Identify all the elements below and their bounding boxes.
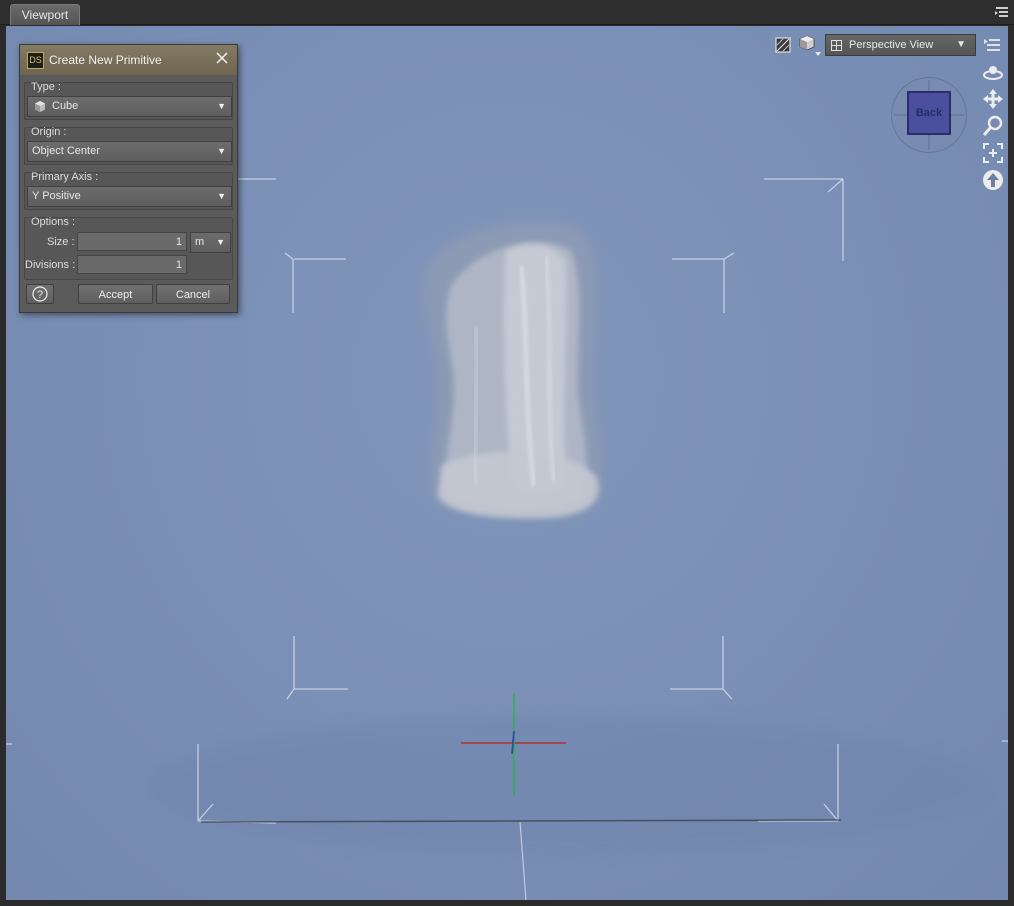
pane-options-icon[interactable] — [994, 4, 1010, 20]
navigation-cube[interactable]: Back — [891, 77, 967, 153]
orbit-icon[interactable] — [982, 62, 1004, 82]
options-label: Options : — [31, 216, 76, 228]
smoke-volume[interactable] — [423, 222, 602, 519]
size-unit-value: m — [195, 236, 205, 248]
chevron-down-icon: ▼ — [956, 39, 966, 50]
cube-icon — [35, 101, 45, 112]
origin-label: Origin : — [31, 126, 67, 138]
panel-tab-bar: Viewport — [0, 0, 1014, 25]
primary-axis-value: Y Positive — [32, 190, 81, 202]
size-unit-select[interactable]: m ▼ — [190, 232, 231, 253]
type-value: Cube — [52, 100, 79, 112]
bottom-border — [0, 900, 1014, 906]
size-field[interactable]: 1 — [77, 232, 187, 251]
viewport-menu-icon[interactable] — [983, 36, 1001, 54]
daz-logo-icon: DS — [27, 52, 44, 69]
origin-group: Origin : Object Center ▼ — [24, 126, 233, 165]
type-select[interactable]: Cube ▼ — [27, 96, 232, 117]
primary-axis-label: Primary Axis : — [31, 171, 99, 183]
create-primitive-dialog: DS Create New Primitive Type : Cube ▼ Or… — [19, 44, 238, 313]
nav-cube-back-face[interactable]: Back — [907, 91, 951, 135]
grid-icon — [831, 40, 842, 51]
chevron-down-icon: ▼ — [217, 191, 226, 201]
dialog-title: Create New Primitive — [49, 53, 162, 67]
type-group: Type : Cube ▼ — [24, 81, 233, 120]
origin-value: Object Center — [32, 145, 100, 157]
divisions-field[interactable]: 1 — [77, 255, 187, 274]
primary-axis-group: Primary Axis : Y Positive ▼ — [24, 171, 233, 210]
divisions-label: Divisions : — [25, 259, 76, 271]
options-group: Options : Size : 1 m ▼ Divisions : 1 — [24, 216, 233, 280]
origin-select[interactable]: Object Center ▼ — [27, 141, 232, 162]
tab-viewport[interactable]: Viewport — [10, 4, 80, 25]
chevron-down-icon: ▼ — [216, 237, 225, 247]
type-label: Type : — [31, 81, 61, 93]
camera-view-label: Perspective View — [849, 39, 934, 51]
frame-selection-icon[interactable] — [982, 142, 1004, 164]
zoom-icon[interactable] — [982, 115, 1004, 137]
dialog-title-bar[interactable]: DS Create New Primitive — [20, 45, 237, 75]
reset-view-icon[interactable] — [982, 169, 1004, 191]
help-button[interactable]: ? — [26, 284, 54, 304]
camera-cube-icon[interactable] — [798, 34, 822, 58]
draw-style-icon[interactable] — [774, 36, 792, 54]
size-label: Size : — [47, 236, 75, 248]
accept-button[interactable]: Accept — [78, 284, 153, 304]
cancel-button[interactable]: Cancel — [156, 284, 230, 304]
close-icon[interactable] — [215, 51, 229, 65]
primary-axis-select[interactable]: Y Positive ▼ — [27, 186, 232, 207]
chevron-down-icon: ▼ — [217, 146, 226, 156]
pan-icon[interactable] — [982, 88, 1004, 110]
chevron-down-icon: ▼ — [217, 101, 226, 111]
camera-view-select[interactable]: Perspective View ▼ — [825, 34, 976, 56]
help-label: ? — [36, 289, 44, 301]
